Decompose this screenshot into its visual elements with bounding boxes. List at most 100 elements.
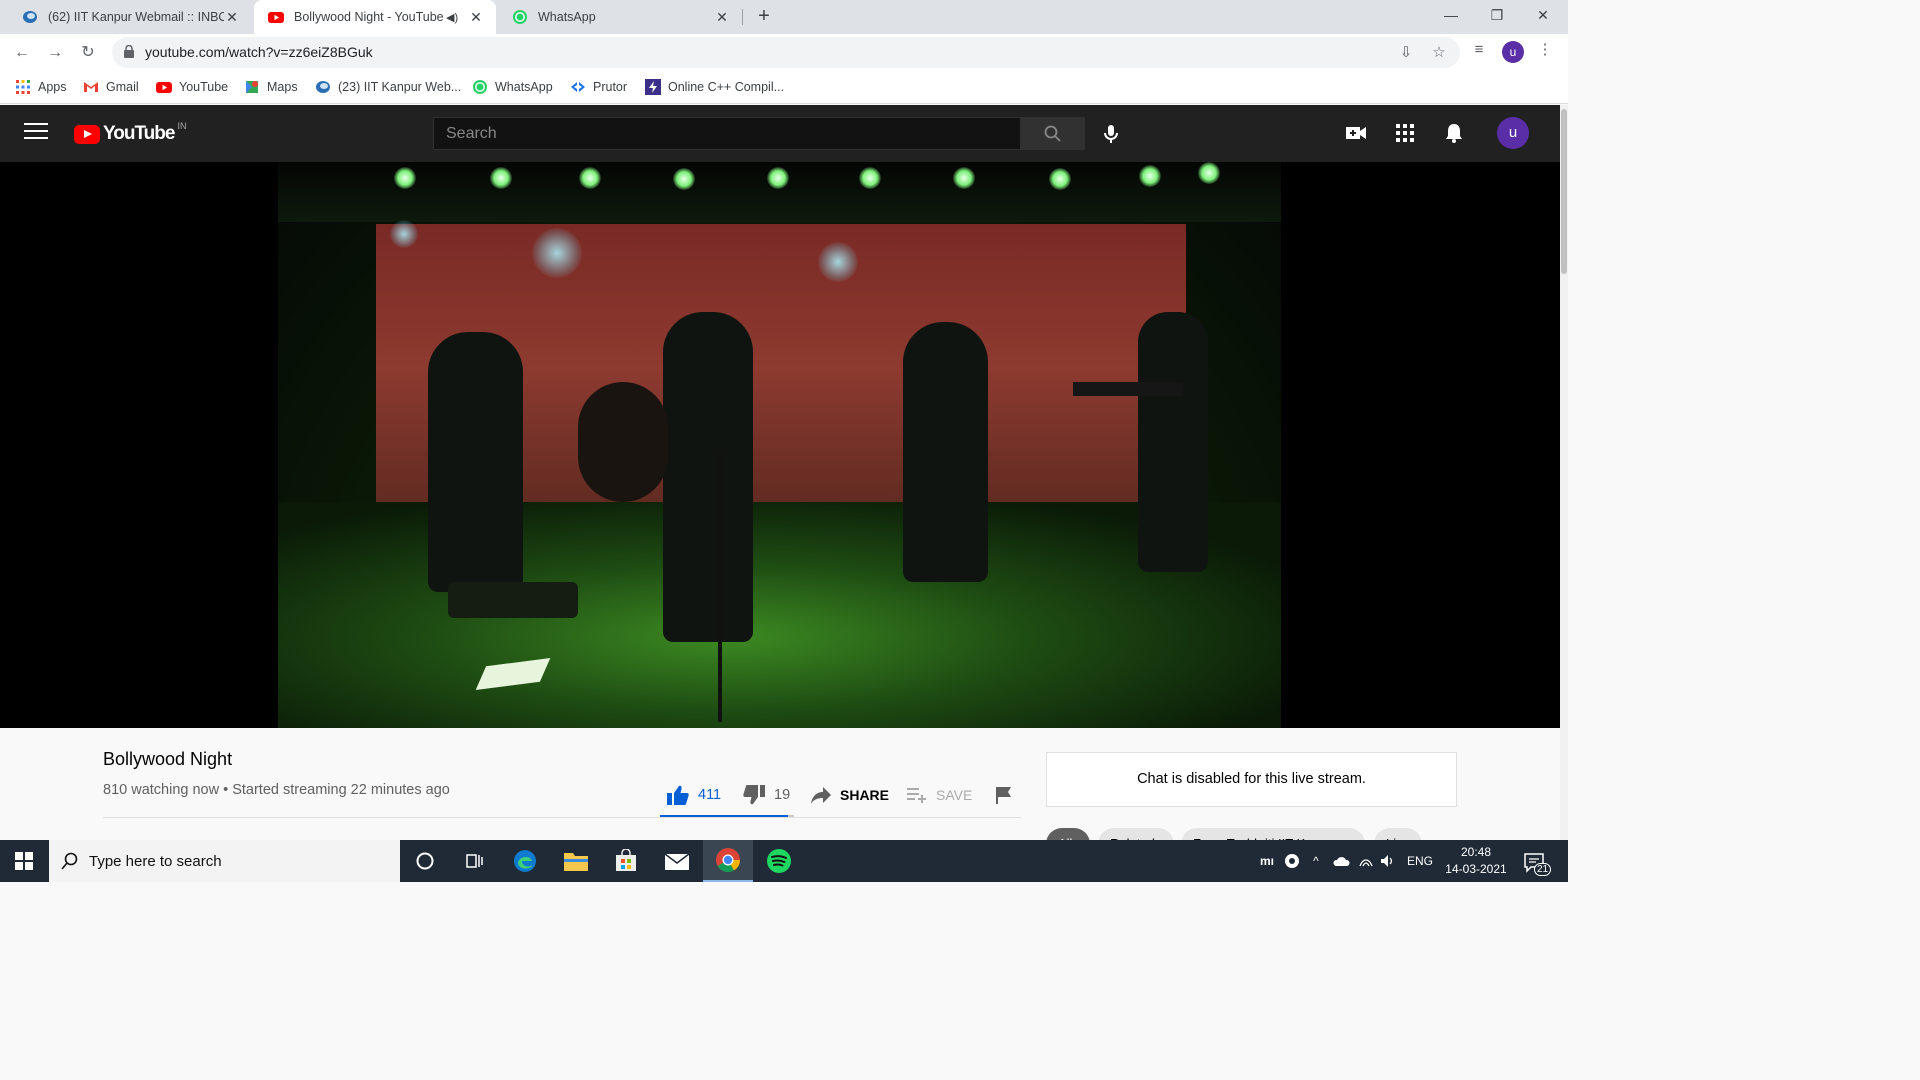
stage-light	[1198, 162, 1220, 184]
bookmark-label: Gmail	[106, 80, 139, 94]
start-button[interactable]	[0, 840, 48, 882]
bookmark-star-icon[interactable]: ☆	[1430, 44, 1448, 62]
like-button[interactable]: 411	[666, 784, 721, 806]
close-tab-icon[interactable]: ✕	[468, 9, 484, 25]
url-text: youtube.com/watch?v=zz6eiZ8BGuk	[145, 44, 373, 60]
bookmark-iit-webmail[interactable]: (23) IIT Kanpur Web...	[315, 78, 461, 96]
taskbar-file-explorer[interactable]	[551, 840, 601, 882]
search-icon	[61, 852, 78, 870]
browser-toolbar: ← → ↻ youtube.com/watch?v=zz6eiZ8BGuk ⇩ …	[0, 34, 1568, 71]
install-app-icon[interactable]: ⇩	[1397, 44, 1415, 62]
store-bag-icon	[616, 849, 636, 871]
taskbar-edge[interactable]	[500, 840, 550, 882]
chrome-icon	[716, 848, 740, 873]
save-button[interactable]: SAVE	[906, 784, 972, 806]
youtube-wordmark: YouTube	[103, 123, 175, 144]
taskbar-chrome[interactable]	[703, 840, 753, 882]
guide-menu-icon[interactable]	[24, 123, 48, 143]
reload-icon[interactable]: ↻	[76, 41, 100, 65]
volume-icon[interactable]	[1378, 840, 1398, 882]
bookmark-apps[interactable]: Apps	[15, 78, 67, 96]
bookmark-maps[interactable]: Maps	[244, 78, 298, 96]
taskbar-store[interactable]	[601, 840, 651, 882]
close-window-icon[interactable]: ✕	[1520, 0, 1566, 30]
search-icon	[1044, 125, 1061, 142]
cortana-button[interactable]	[400, 840, 450, 882]
share-icon	[811, 787, 831, 804]
share-label: SHARE	[840, 787, 890, 803]
close-tab-icon[interactable]: ✕	[224, 9, 240, 25]
restore-icon[interactable]: ❐	[1474, 0, 1520, 30]
audio-playing-icon[interactable]: ◀)	[446, 11, 462, 24]
chrome-profile-avatar[interactable]: u	[1502, 41, 1524, 63]
stage-light	[859, 167, 881, 189]
like-count: 411	[698, 787, 722, 803]
chrome-menu-icon[interactable]: ⋮	[1536, 41, 1554, 59]
show-hidden-icons-chevron[interactable]: ^	[1306, 840, 1326, 882]
flag-icon	[996, 787, 1011, 804]
youtube-account-avatar[interactable]: u	[1497, 117, 1529, 149]
search-input[interactable]	[434, 118, 1020, 149]
tab-youtube[interactable]: Bollywood Night - YouTube ◀) ✕	[254, 0, 496, 34]
taskbar-search-input[interactable]	[89, 852, 369, 870]
task-view-icon	[466, 854, 483, 868]
video-player[interactable]	[0, 162, 1560, 728]
sync-tray-icon[interactable]	[1281, 840, 1303, 882]
dislike-button[interactable]: 19	[742, 784, 790, 806]
bookmark-label: Apps	[38, 80, 67, 94]
bookmark-label: Maps	[267, 80, 298, 94]
search-button[interactable]	[1020, 117, 1085, 150]
notifications-bell-icon[interactable]	[1442, 121, 1466, 145]
tab-webmail[interactable]: (62) IIT Kanpur Webmail :: INBOX ✕	[8, 0, 252, 34]
input-language[interactable]: ENG	[1402, 840, 1438, 882]
apps-grid-icon[interactable]	[1393, 121, 1417, 145]
close-tab-icon[interactable]: ✕	[714, 9, 730, 25]
clock-time: 20:48	[1460, 845, 1492, 859]
tab-whatsapp[interactable]: WhatsApp ✕	[498, 0, 742, 34]
new-tab-button[interactable]: +	[752, 5, 776, 29]
spot-glow	[818, 242, 858, 282]
bookmark-whatsapp[interactable]: WhatsApp	[472, 78, 553, 96]
bookmark-online-compiler[interactable]: Online C++ Compil...	[645, 78, 784, 96]
youtube-icon	[156, 79, 172, 95]
guitarist-silhouette	[428, 332, 523, 592]
search-box	[433, 117, 1021, 150]
bookmark-prutor[interactable]: Prutor	[570, 78, 627, 96]
mi-tray-icon[interactable]: mı	[1256, 840, 1278, 882]
tab-title: Bollywood Night - YouTube	[294, 10, 444, 24]
video-frame-concert-stage[interactable]	[278, 162, 1281, 728]
chat-disabled-message: Chat is disabled for this live stream.	[1137, 771, 1366, 787]
tab-strip: (62) IIT Kanpur Webmail :: INBOX ✕ Bolly…	[0, 0, 1568, 34]
whatsapp-icon	[512, 9, 528, 25]
create-video-icon[interactable]	[1344, 121, 1368, 145]
live-chat-panel: Chat is disabled for this live stream.	[1046, 752, 1457, 807]
address-bar[interactable]: youtube.com/watch?v=zz6eiZ8BGuk ⇩ ☆	[112, 37, 1460, 68]
country-code: IN	[177, 121, 187, 131]
bookmark-youtube[interactable]: YouTube	[156, 78, 228, 96]
action-center-button[interactable]: 21	[1522, 850, 1552, 876]
forward-icon[interactable]: →	[43, 41, 67, 65]
taskbar-search-box[interactable]	[49, 840, 400, 882]
report-button[interactable]	[994, 784, 1022, 806]
onedrive-tray-icon[interactable]	[1330, 840, 1352, 882]
maps-icon	[244, 79, 260, 95]
taskbar-spotify[interactable]	[754, 840, 804, 882]
add-to-playlist-icon	[907, 788, 926, 803]
media-controls-icon[interactable]: ≡	[1470, 41, 1488, 59]
system-clock[interactable]: 20:48 14-03-2021	[1440, 844, 1512, 878]
back-icon[interactable]: ←	[10, 41, 34, 65]
bookmark-gmail[interactable]: Gmail	[83, 78, 139, 96]
youtube-logo[interactable]: YouTube IN	[74, 121, 187, 145]
task-view-button[interactable]	[450, 840, 500, 882]
edge-icon	[514, 850, 536, 872]
wifi-icon[interactable]	[1356, 840, 1376, 882]
share-button[interactable]: SHARE	[810, 784, 889, 806]
stage-light	[490, 167, 512, 189]
minimize-icon[interactable]: —	[1428, 0, 1474, 30]
page-scrollbar[interactable]	[1560, 105, 1568, 840]
save-label: SAVE	[936, 787, 973, 803]
scrollbar-thumb[interactable]	[1561, 109, 1567, 274]
windows-taskbar: mı ^ ENG 20:48 14-03-2021 21	[0, 840, 1568, 882]
taskbar-mail[interactable]	[652, 840, 702, 882]
microphone-icon[interactable]	[1099, 122, 1123, 146]
